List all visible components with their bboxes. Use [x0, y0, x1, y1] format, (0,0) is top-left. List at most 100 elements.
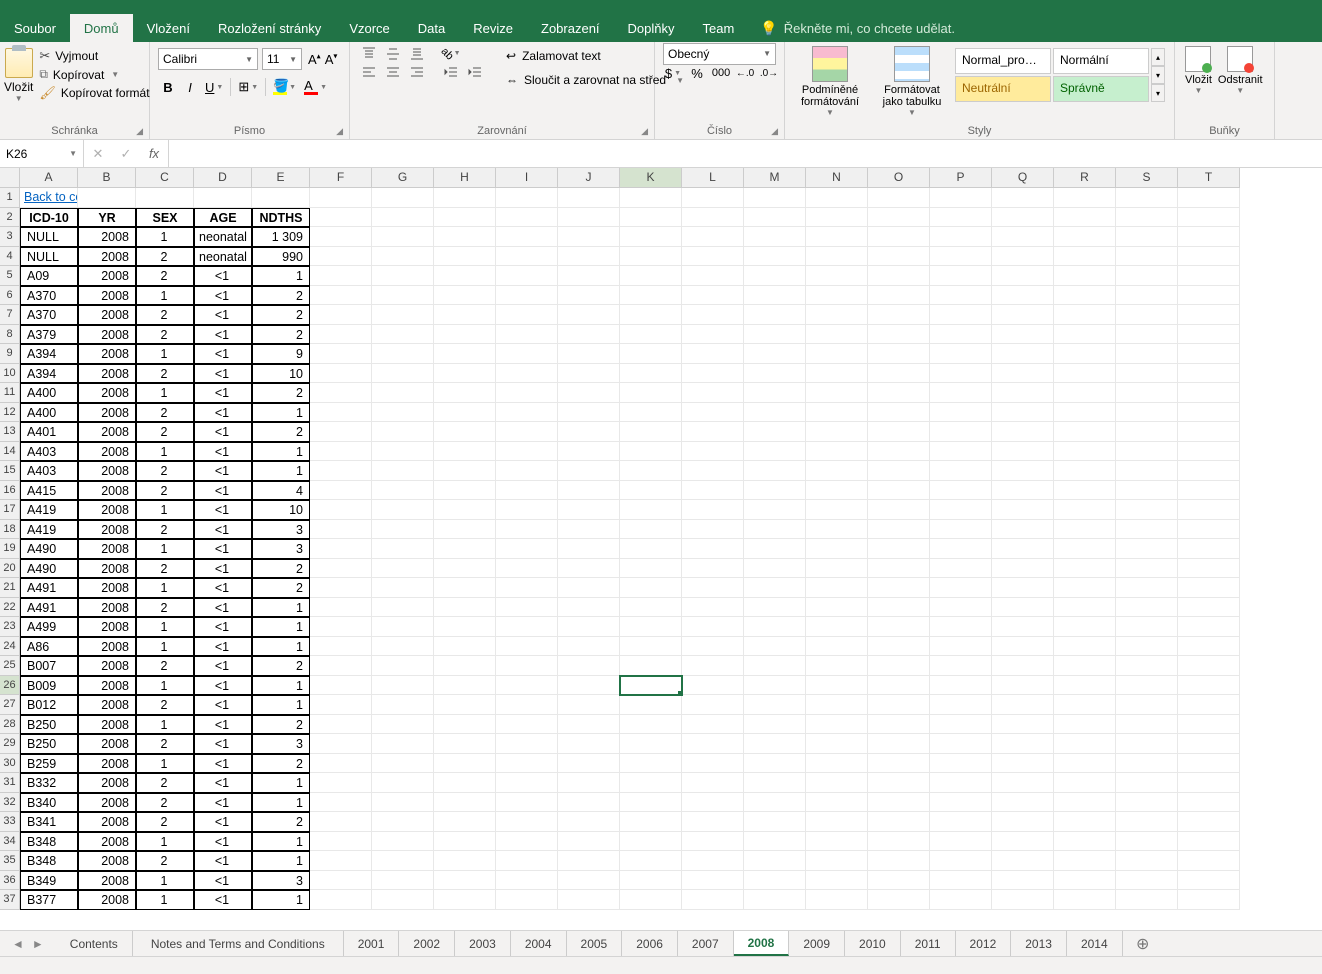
cell[interactable]: [682, 188, 744, 208]
cell[interactable]: [806, 734, 868, 754]
cell[interactable]: [1178, 442, 1240, 462]
cell[interactable]: 1: [252, 890, 310, 910]
cell[interactable]: 10: [252, 500, 310, 520]
sheet-tab-2012[interactable]: 2012: [956, 931, 1012, 956]
cell[interactable]: <1: [194, 715, 252, 735]
cell[interactable]: [992, 656, 1054, 676]
cell[interactable]: [868, 188, 930, 208]
cell[interactable]: [434, 422, 496, 442]
sheet-tab-2009[interactable]: 2009: [789, 931, 845, 956]
cell[interactable]: [930, 247, 992, 267]
cell[interactable]: A491: [20, 578, 78, 598]
cell[interactable]: A490: [20, 559, 78, 579]
cell[interactable]: [310, 403, 372, 423]
cell[interactable]: [434, 344, 496, 364]
cell[interactable]: [682, 227, 744, 247]
cell[interactable]: 9: [252, 344, 310, 364]
cell[interactable]: [1054, 247, 1116, 267]
cell[interactable]: [868, 890, 930, 910]
cell[interactable]: [992, 442, 1054, 462]
col-header-Q[interactable]: Q: [992, 168, 1054, 188]
cell[interactable]: [496, 403, 558, 423]
col-header-S[interactable]: S: [1116, 168, 1178, 188]
cell[interactable]: [558, 286, 620, 306]
cell[interactable]: AGE: [194, 208, 252, 228]
cell[interactable]: [806, 286, 868, 306]
cell[interactable]: [310, 871, 372, 891]
cell[interactable]: [558, 442, 620, 462]
cell[interactable]: [930, 734, 992, 754]
cell[interactable]: [496, 208, 558, 228]
cell[interactable]: [496, 734, 558, 754]
cell[interactable]: 2008: [78, 793, 136, 813]
cell[interactable]: 2008: [78, 227, 136, 247]
cell[interactable]: 2: [252, 754, 310, 774]
cell[interactable]: [620, 734, 682, 754]
cell[interactable]: [372, 773, 434, 793]
cell[interactable]: 1: [252, 637, 310, 657]
cell[interactable]: <1: [194, 481, 252, 501]
cell[interactable]: [868, 227, 930, 247]
row-header[interactable]: 28: [0, 715, 20, 735]
cell[interactable]: [252, 188, 310, 208]
cell[interactable]: [1116, 559, 1178, 579]
cell[interactable]: [1116, 793, 1178, 813]
cell[interactable]: [434, 559, 496, 579]
borders-button[interactable]: ⊞▼: [235, 76, 261, 98]
cell[interactable]: [744, 422, 806, 442]
cell[interactable]: 2: [136, 695, 194, 715]
cell[interactable]: [1054, 344, 1116, 364]
cell[interactable]: [1116, 364, 1178, 384]
cell[interactable]: [620, 793, 682, 813]
cell[interactable]: 2008: [78, 559, 136, 579]
cell[interactable]: [806, 559, 868, 579]
cell[interactable]: [434, 754, 496, 774]
cell[interactable]: [310, 364, 372, 384]
cell[interactable]: [682, 442, 744, 462]
cell[interactable]: [310, 734, 372, 754]
dialog-launcher-icon[interactable]: ◢: [336, 126, 343, 137]
menu-tab-doplňky[interactable]: Doplňky: [614, 14, 689, 42]
sheet-tab-2011[interactable]: 2011: [901, 931, 956, 956]
cell[interactable]: [620, 578, 682, 598]
cell[interactable]: A401: [20, 422, 78, 442]
cell[interactable]: [1116, 656, 1178, 676]
cell[interactable]: [558, 364, 620, 384]
cell[interactable]: [434, 695, 496, 715]
cell[interactable]: [372, 520, 434, 540]
cell[interactable]: [868, 812, 930, 832]
row-header[interactable]: 24: [0, 637, 20, 657]
cell[interactable]: [744, 578, 806, 598]
cell[interactable]: [806, 637, 868, 657]
cell[interactable]: [1178, 403, 1240, 423]
cell[interactable]: [1178, 500, 1240, 520]
cell[interactable]: [930, 461, 992, 481]
cell[interactable]: [372, 559, 434, 579]
cell[interactable]: [310, 266, 372, 286]
cell[interactable]: 10: [252, 364, 310, 384]
cell[interactable]: <1: [194, 403, 252, 423]
col-header-D[interactable]: D: [194, 168, 252, 188]
cell[interactable]: [310, 208, 372, 228]
sheet-tab-contents[interactable]: Contents: [56, 931, 133, 956]
cell[interactable]: [992, 481, 1054, 501]
cell[interactable]: [806, 188, 868, 208]
cell[interactable]: B348: [20, 832, 78, 852]
cell[interactable]: [496, 364, 558, 384]
cell[interactable]: [992, 539, 1054, 559]
cell[interactable]: [496, 793, 558, 813]
cell[interactable]: 2: [136, 773, 194, 793]
cell[interactable]: [372, 734, 434, 754]
font-size-combo[interactable]: 11▼: [262, 48, 302, 70]
cell[interactable]: A490: [20, 539, 78, 559]
cell[interactable]: A86: [20, 637, 78, 657]
cell[interactable]: [620, 695, 682, 715]
cell[interactable]: 2: [252, 383, 310, 403]
cell[interactable]: [620, 676, 682, 696]
cell[interactable]: [682, 617, 744, 637]
cell[interactable]: 1: [252, 851, 310, 871]
cell[interactable]: [868, 715, 930, 735]
cell[interactable]: [868, 773, 930, 793]
cell[interactable]: [1178, 364, 1240, 384]
cell[interactable]: [744, 364, 806, 384]
